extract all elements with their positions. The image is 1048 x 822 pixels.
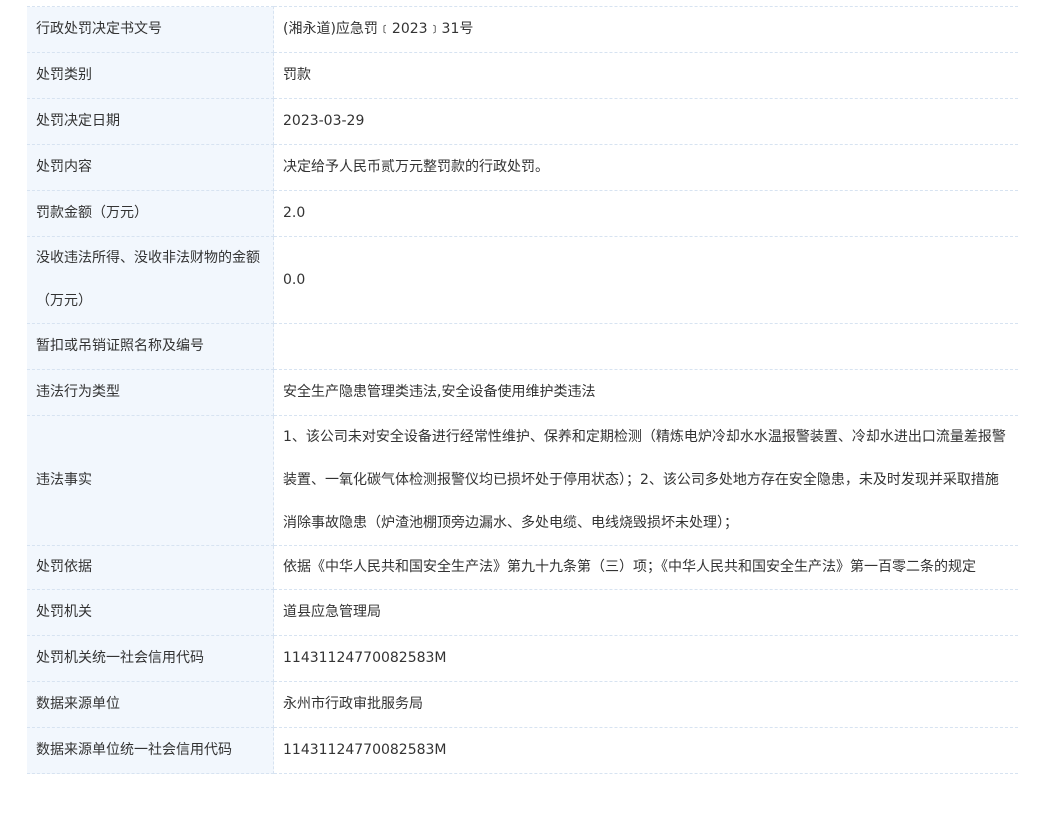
table-row: 处罚内容 决定给予人民币贰万元整罚款的行政处罚。 <box>27 144 1018 191</box>
penalty-info-table: 行政处罚决定书文号 (湘永道)应急罚﹝2023﹞31号 处罚类别 罚款 处罚决定… <box>27 6 1018 774</box>
row-value: 道县应急管理局 <box>273 589 1018 636</box>
row-value <box>273 323 1018 370</box>
table-row: 处罚机关统一社会信用代码 1143112477008258​3M <box>27 635 1018 682</box>
row-label: 处罚决定日期 <box>27 98 274 145</box>
row-value: 1143112477008258​3M <box>273 635 1018 682</box>
row-label: 暂扣或吊销证照名称及编号 <box>27 323 274 370</box>
row-value: 依据《中华人民共和国安全生产法》第九十九条第（三）项；《中华人民共和国安全生产法… <box>273 545 1018 590</box>
row-value: 2023-03-29 <box>273 98 1018 145</box>
table-row: 处罚依据 依据《中华人民共和国安全生产法》第九十九条第（三）项；《中华人民共和国… <box>27 545 1018 590</box>
table-row: 罚款金额（万元） 2.0 <box>27 190 1018 237</box>
table-row: 数据来源单位统一社会信用代码 1143112477008258​3M <box>27 727 1018 774</box>
penalty-info-panel: 行政处罚决定书文号 (湘永道)应急罚﹝2023﹞31号 处罚类别 罚款 处罚决定… <box>27 6 1018 774</box>
row-label: 违法事实 <box>27 415 274 546</box>
row-label: 处罚内容 <box>27 144 274 191</box>
row-label: 违法行为类型 <box>27 369 274 416</box>
table-row: 处罚决定日期 2023-03-29 <box>27 98 1018 145</box>
row-label: 处罚依据 <box>27 545 274 590</box>
row-label: 行政处罚决定书文号 <box>27 6 274 53</box>
table-row: 处罚类别 罚款 <box>27 52 1018 99</box>
row-label: 处罚类别 <box>27 52 274 99</box>
row-label: 数据来源单位 <box>27 681 274 728</box>
table-row: 行政处罚决定书文号 (湘永道)应急罚﹝2023﹞31号 <box>27 6 1018 53</box>
row-value: 安全生产隐患管理类违法,安全设备使用维护类违法 <box>273 369 1018 416</box>
row-value: 1143112477008258​3M <box>273 727 1018 774</box>
table-row: 违法行为类型 安全生产隐患管理类违法,安全设备使用维护类违法 <box>27 369 1018 416</box>
table-row: 没收违法所得、没收非法财物的金额（万元） 0.0 <box>27 236 1018 324</box>
table-row: 数据来源单位 永州市行政审批服务局 <box>27 681 1018 728</box>
table-row: 违法事实 1、该公司未对安全设备进行经常性维护、保养和定期检测（精炼电炉冷却水水… <box>27 415 1018 546</box>
row-value: 2.0 <box>273 190 1018 237</box>
table-row: 暂扣或吊销证照名称及编号 <box>27 323 1018 370</box>
row-value: 决定给予人民币贰万元整罚款的行政处罚。 <box>273 144 1018 191</box>
row-label: 罚款金额（万元） <box>27 190 274 237</box>
row-value: 永州市行政审批服务局 <box>273 681 1018 728</box>
row-value: 0.0 <box>273 236 1018 324</box>
table-row: 处罚机关 道县应急管理局 <box>27 589 1018 636</box>
row-label: 数据来源单位统一社会信用代码 <box>27 727 274 774</box>
row-label: 没收违法所得、没收非法财物的金额（万元） <box>27 236 274 324</box>
row-label: 处罚机关统一社会信用代码 <box>27 635 274 682</box>
row-value: 罚款 <box>273 52 1018 99</box>
row-value: (湘永道)应急罚﹝2023﹞31号 <box>273 6 1018 53</box>
row-value: 1、该公司未对安全设备进行经常性维护、保养和定期检测（精炼电炉冷却水水温报警装置… <box>273 415 1018 546</box>
row-label: 处罚机关 <box>27 589 274 636</box>
